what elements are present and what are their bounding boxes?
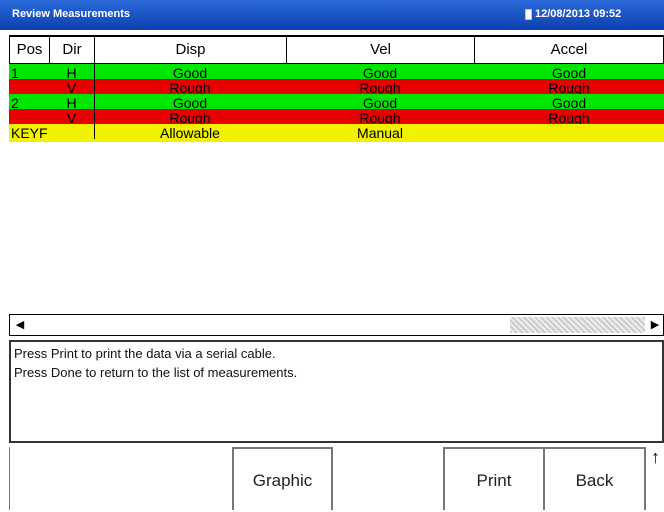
scroll-left-icon[interactable]: ◀ — [10, 315, 30, 335]
column-header-pos[interactable]: Pos — [9, 35, 50, 64]
cell-disp: Allowable — [160, 125, 220, 141]
scroll-right-icon[interactable]: ▶ — [645, 315, 664, 335]
back-button[interactable]: Back — [543, 447, 646, 510]
message-box: Press Print to print the data via a seri… — [9, 340, 664, 443]
graphic-button[interactable]: Graphic — [232, 447, 333, 510]
cell-vel: Manual — [357, 125, 403, 141]
column-divider — [94, 64, 95, 139]
column-header-dir[interactable]: Dir — [49, 35, 95, 64]
scroll-track[interactable] — [510, 317, 645, 333]
horizontal-scrollbar[interactable]: ◀ ▶ — [9, 314, 664, 336]
message-line-1: Press Print to print the data via a seri… — [14, 346, 276, 361]
measurement-table: Pos Dir Disp Vel Accel 1 H Good Good Good V Ro… — [9, 35, 664, 305]
title-bar: Review Measurements 12/08/2013 09:52 — [0, 0, 664, 30]
battery-icon — [525, 9, 532, 20]
print-button[interactable]: Print — [443, 447, 545, 510]
message-line-2: Press Done to return to the list of meas… — [14, 365, 298, 380]
column-header-vel[interactable]: Vel — [286, 35, 475, 64]
up-arrow-icon[interactable]: ↑ — [651, 447, 660, 468]
window-title: Review Measurements — [12, 8, 130, 20]
cell-dir — [49, 124, 94, 142]
column-header-disp[interactable]: Disp — [94, 35, 287, 64]
clock: 12/08/2013 09:52 — [535, 8, 622, 20]
cell-accel — [474, 124, 664, 142]
table-row[interactable]: KEYF Allowable Manual — [9, 124, 664, 142]
column-header-accel[interactable]: Accel — [474, 35, 664, 64]
cell-pos: KEYF — [11, 125, 48, 141]
button-bar-edge — [9, 447, 10, 510]
